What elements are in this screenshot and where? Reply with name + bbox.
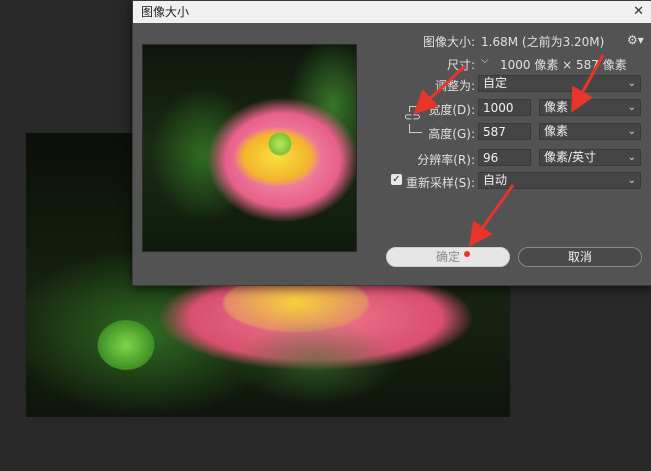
height-label: 高度(G):	[428, 127, 475, 141]
image-size-value: 1.68M (之前为3.20M)	[481, 35, 605, 49]
resolution-unit-value: 像素/英寸	[544, 150, 597, 164]
width-label: 宽度(D):	[428, 103, 475, 117]
resample-checkbox[interactable]: ✓	[391, 174, 402, 185]
dimensions-value: 1000 像素 × 587 像素	[500, 58, 627, 72]
chevron-down-icon: ⌄	[627, 126, 636, 137]
ok-button[interactable]: 确定	[386, 247, 510, 267]
width-unit-select[interactable]: 像素 ⌄	[539, 99, 641, 116]
chevron-down-icon: ⌄	[627, 102, 636, 113]
image-preview	[142, 44, 357, 252]
ok-label: 确定	[435, 250, 460, 264]
resample-select[interactable]: 自动 ⌄	[478, 172, 641, 189]
height-unit-value: 像素	[544, 124, 569, 138]
width-input[interactable]: 1000	[478, 99, 531, 116]
cursor-icon	[464, 251, 470, 257]
chevron-down-icon[interactable]: ⌵	[481, 55, 489, 66]
fit-label: 调整为:	[434, 79, 475, 93]
gear-icon[interactable]: ⚙▾	[627, 33, 644, 47]
resample-label: 重新采样(S):	[406, 176, 476, 190]
width-unit-value: 像素	[544, 100, 569, 114]
height-input[interactable]: 587	[478, 123, 531, 140]
chevron-down-icon: ⌄	[627, 175, 636, 186]
resolution-label: 分辨率(R):	[417, 153, 475, 167]
close-icon[interactable]: ✕	[633, 1, 644, 23]
fit-select[interactable]: 自定 ⌄	[478, 75, 641, 92]
dialog-title: 图像大小	[141, 5, 190, 19]
chevron-down-icon: ⌄	[627, 152, 636, 163]
resolution-input[interactable]: 96	[478, 149, 531, 166]
fit-value: 自定	[483, 76, 508, 90]
cancel-button[interactable]: 取消	[518, 247, 642, 267]
image-size-label: 图像大小:	[422, 35, 475, 49]
dimensions-label: 尺寸:	[446, 58, 475, 72]
dialog-titlebar: 图像大小 ✕	[133, 1, 651, 23]
resample-value: 自动	[483, 173, 508, 187]
chevron-down-icon: ⌄	[627, 78, 636, 89]
height-unit-select[interactable]: 像素 ⌄	[539, 123, 641, 140]
cancel-label: 取消	[567, 250, 592, 264]
resolution-unit-select[interactable]: 像素/英寸 ⌄	[539, 149, 641, 166]
